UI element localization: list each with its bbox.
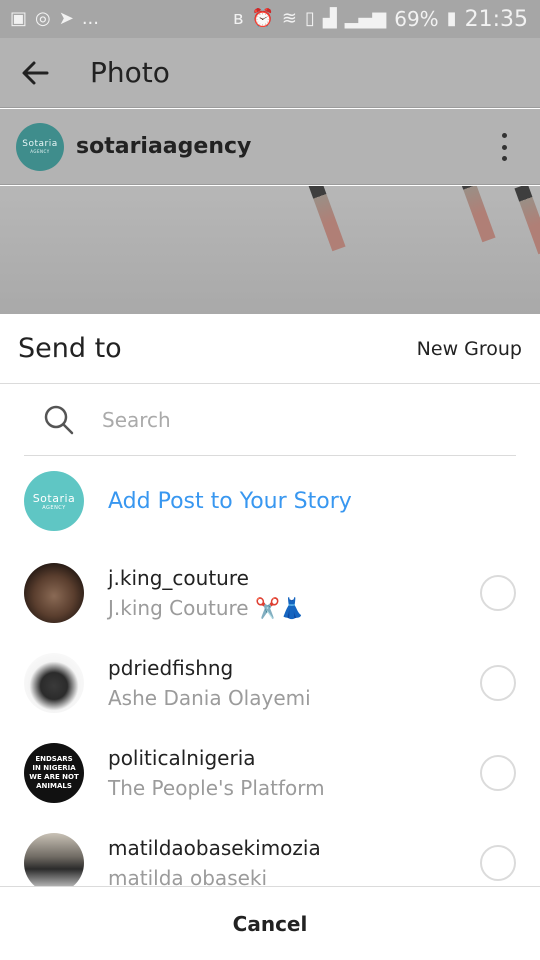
arrow-left-icon [22, 61, 49, 84]
back-button[interactable] [0, 38, 70, 108]
contact-text: matildaobasekimozia matilda obaseki [108, 833, 321, 888]
battery-percent: 69% [394, 7, 439, 31]
status-left-icons: ▣ ◎ ➤ ... [10, 10, 99, 28]
contact-username: matildaobasekimozia [108, 836, 321, 860]
avatar-text-line: IN NIGERIA [32, 764, 76, 772]
contact-avatar [24, 653, 84, 713]
story-avatar-subtext: AGENCY [42, 504, 66, 511]
pencil-image-element [308, 186, 346, 252]
cancel-button[interactable]: Cancel [233, 912, 308, 936]
sheet-footer: Cancel [0, 886, 540, 960]
wifi-icon: ≋ [281, 8, 297, 29]
avatar-text-line: ENDSARS [35, 755, 73, 763]
contact-text: j.king_couture J.king Couture ✂️👗 [108, 563, 305, 623]
contact-text: pdriedfishng Ashe Dania Olayemi [108, 653, 311, 713]
battery-charging-icon: ▮ [446, 8, 457, 29]
pencil-image-element [514, 186, 540, 255]
new-group-button[interactable]: New Group [417, 338, 522, 360]
select-radio[interactable] [480, 845, 516, 881]
image-notification-icon: ▣ [10, 8, 28, 29]
add-to-story-row[interactable]: Sotaria AGENCY Add Post to Your Story [0, 456, 540, 546]
send-to-sheet: Send to New Group Sotaria AGENCY Add Pos… [0, 314, 540, 960]
search-input[interactable] [102, 407, 516, 432]
sheet-title: Send to [18, 333, 122, 364]
telegram-notification-icon: ➤ [58, 8, 74, 29]
contact-fullname: matilda obaseki [108, 866, 268, 888]
contact-fullname: The People's Platform [108, 776, 325, 800]
signal-bars-icon: ▂▄▆ [344, 8, 387, 29]
more-notifications-indicator: ... [81, 8, 99, 29]
post-author-username[interactable]: sotariaagency [76, 134, 251, 159]
avatar-text-line: WE ARE NOT [29, 773, 79, 781]
page-title: Photo [90, 56, 170, 89]
contact-row[interactable]: ENDSARS IN NIGERIA WE ARE NOT ANIMALS po… [0, 728, 540, 818]
app-header: Photo [0, 38, 540, 108]
whatsapp-notification-icon: ◎ [35, 8, 51, 29]
contact-row[interactable]: pdriedfishng Ashe Dania Olayemi [0, 638, 540, 728]
more-options-icon[interactable] [494, 129, 514, 165]
sheet-header: Send to New Group [0, 314, 540, 384]
contact-fullname: Ashe Dania Olayemi [108, 686, 311, 710]
contact-row[interactable]: j.king_couture J.king Couture ✂️👗 [0, 548, 540, 638]
select-radio[interactable] [480, 755, 516, 791]
select-radio[interactable] [480, 575, 516, 611]
contact-list[interactable]: j.king_couture J.king Couture ✂️👗 pdried… [0, 548, 540, 888]
contact-avatar: ENDSARS IN NIGERIA WE ARE NOT ANIMALS [24, 743, 84, 803]
avatar-text-line: ANIMALS [36, 782, 72, 790]
story-avatar: Sotaria AGENCY [24, 471, 84, 531]
signal-icon: ▟ [322, 8, 337, 29]
alarm-icon: ⏰ [251, 8, 274, 29]
contact-fullname: J.king Couture ✂️👗 [108, 596, 305, 620]
story-avatar-text: Sotaria [32, 491, 76, 505]
contact-username: j.king_couture [108, 566, 249, 590]
post-avatar-text: Sotaria [22, 139, 58, 149]
post-avatar-subtext: AGENCY [30, 149, 50, 154]
add-to-story-label: Add Post to Your Story [108, 488, 352, 514]
contact-text: politicalnigeria The People's Platform [108, 743, 325, 803]
contact-username: pdriedfishng [108, 656, 234, 680]
bluetooth-icon: ʙ [233, 8, 244, 29]
contact-row[interactable]: matildaobasekimozia matilda obaseki [0, 818, 540, 888]
post-author-avatar[interactable]: Sotaria AGENCY [16, 122, 64, 171]
sim-icon: ▯ [304, 8, 315, 29]
status-right-icons: ʙ ⏰ ≋ ▯ ▟ ▂▄▆ 69% ▮ 21:35 [233, 7, 528, 32]
post-header: Sotaria AGENCY sotariaagency [0, 109, 540, 185]
contact-username: politicalnigeria [108, 746, 256, 770]
search-icon [24, 404, 94, 436]
status-bar: ▣ ◎ ➤ ... ʙ ⏰ ≋ ▯ ▟ ▂▄▆ 69% ▮ 21:35 [0, 0, 540, 38]
contact-avatar [24, 563, 84, 623]
search-bar [24, 384, 516, 456]
pencil-image-element [458, 186, 496, 243]
contact-avatar [24, 833, 84, 888]
select-radio[interactable] [480, 665, 516, 701]
clock: 21:35 [464, 6, 528, 32]
post-photo [0, 186, 540, 314]
